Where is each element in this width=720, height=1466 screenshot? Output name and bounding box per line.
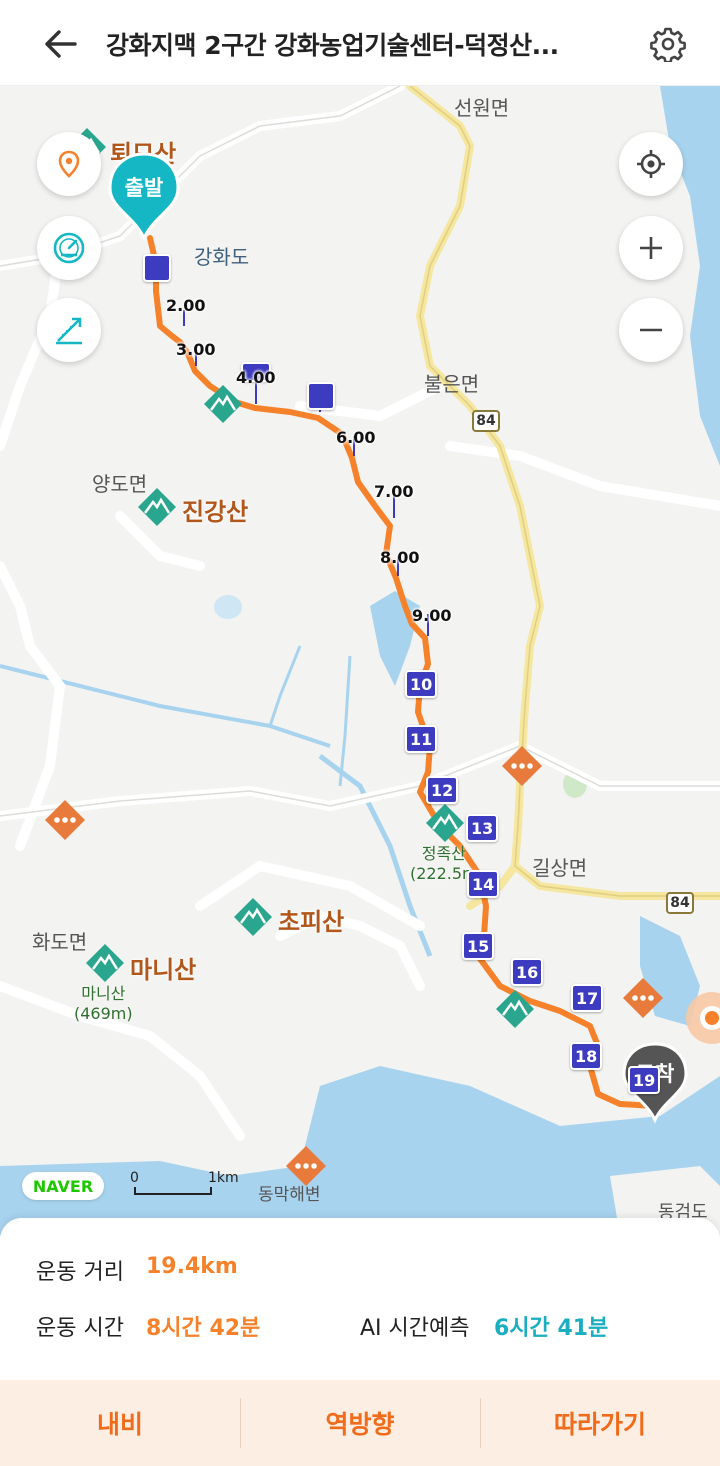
km-marker[interactable]: 11 [405, 725, 438, 753]
map-pin-icon [58, 150, 80, 178]
mountain-label-jingang: 진강산 [182, 498, 249, 526]
follow-route-button[interactable]: 따라가기 [480, 1380, 720, 1466]
gauge-icon [53, 232, 85, 264]
exercise-time-value: 8시간 42분 [146, 1316, 261, 1341]
km-marker[interactable]: 10 [405, 670, 438, 698]
plus-icon [640, 237, 662, 259]
navigation-button[interactable]: 내비 [0, 1380, 240, 1466]
poi-more-icon[interactable] [500, 744, 544, 788]
place-label-bureun: 불은면 [424, 372, 480, 396]
mountain-sublabel-mani: 마니산 (469m) [74, 984, 133, 1024]
km-marker-label: 4.00 [236, 368, 276, 387]
km-marker[interactable]: 14 [467, 870, 500, 898]
route-info-panel: 운동 거리 19.4km 운동 시간 8시간 42분 AI 시간예측 6시간 4… [0, 1218, 720, 1380]
place-label-ganghwado: 강화도 [194, 245, 250, 269]
minus-icon [640, 328, 662, 332]
km-marker[interactable]: 12 [426, 776, 459, 804]
km-marker[interactable] [307, 382, 335, 410]
scale-zero-label: 0 [130, 1170, 139, 1186]
reverse-direction-button[interactable]: 역방향 [240, 1380, 480, 1466]
mountain-icon[interactable] [424, 802, 466, 844]
km-marker-label: 6.00 [336, 428, 376, 447]
gear-icon [650, 27, 686, 62]
elevation-slope-icon [56, 317, 82, 345]
speed-toggle-button[interactable] [37, 216, 101, 280]
poi-more-icon[interactable] [621, 976, 665, 1020]
scale-unit-label: 1km [208, 1170, 239, 1186]
arrow-left-icon [45, 30, 77, 58]
map-scale-bar: 0 1km [130, 1170, 250, 1200]
km-marker-label: 2.00 [166, 296, 206, 315]
mountain-sublabel-name: 정족산 [421, 844, 466, 863]
map-view[interactable]: 선원면 강화도 불은면 양도면 길상면 화도면 동막해변 동검도 84 84 퇴… [0, 86, 720, 1236]
poi-more-icon[interactable] [43, 798, 87, 842]
route-line [147, 235, 658, 1109]
mountain-icon[interactable] [84, 942, 126, 984]
start-pin-label: 출발 [124, 176, 164, 200]
km-marker[interactable]: 19 [628, 1066, 661, 1094]
km-marker-label: 9.00 [412, 606, 452, 625]
km-marker-label: 3.00 [176, 340, 216, 359]
poi-toggle-button[interactable] [37, 132, 101, 196]
km-marker[interactable]: 17 [571, 984, 604, 1012]
exercise-time-label: 운동 시간 [36, 1316, 124, 1341]
map-base-layer [0, 86, 720, 1236]
start-pin[interactable]: 출발 [108, 152, 180, 242]
km-marker[interactable] [143, 254, 171, 282]
mountain-sublabel-name: 마니산 [81, 984, 126, 1003]
zoom-in-button[interactable] [619, 216, 683, 280]
km-marker[interactable]: 15 [462, 932, 495, 960]
mountain-icon[interactable] [202, 383, 244, 425]
km-marker[interactable]: 13 [466, 814, 499, 842]
place-label-hwado: 화도면 [32, 930, 88, 954]
place-label-gilsang: 길상면 [532, 856, 588, 880]
settings-button[interactable] [646, 22, 690, 66]
place-label-seonwon: 선원면 [454, 96, 510, 120]
naver-logo: NAVER [22, 1172, 104, 1200]
elevation-toggle-button[interactable] [37, 298, 101, 362]
ai-time-label: AI 시간예측 [360, 1316, 470, 1341]
distance-label: 운동 거리 [36, 1260, 124, 1285]
mountain-icon[interactable] [494, 988, 536, 1030]
back-button[interactable] [38, 22, 82, 66]
zoom-out-button[interactable] [619, 298, 683, 362]
crosshair-icon [637, 150, 665, 178]
bottom-action-bar: 내비 역방향 따라가기 [0, 1380, 720, 1466]
road-number-badge: 84 [666, 892, 694, 914]
ai-time-value: 6시간 41분 [494, 1316, 609, 1341]
mountain-label-mani: 마니산 [130, 956, 197, 984]
top-app-bar: 강화지맥 2구간 강화농업기술센터-덕정산... [0, 0, 720, 86]
road-number-badge: 84 [472, 410, 500, 432]
app-root: 강화지맥 2구간 강화농업기술센터-덕정산... 선원면 강화도 불은면 양도면… [0, 0, 720, 1466]
mountain-label-chopi: 초피산 [278, 908, 345, 936]
mountain-sublabel-height: (469m) [74, 1004, 133, 1023]
km-marker-label: 7.00 [374, 482, 414, 501]
my-location-button[interactable] [619, 132, 683, 196]
poi-more-icon[interactable] [284, 1144, 328, 1188]
km-marker-label: 8.00 [380, 548, 420, 567]
mountain-icon[interactable] [232, 896, 274, 938]
km-marker[interactable]: 16 [511, 958, 544, 986]
km-marker[interactable]: 18 [570, 1042, 603, 1070]
scale-bar-line [134, 1187, 212, 1195]
mountain-icon[interactable] [136, 486, 178, 528]
distance-value: 19.4km [146, 1254, 238, 1279]
page-title: 강화지맥 2구간 강화농업기술센터-덕정산... [106, 31, 559, 60]
